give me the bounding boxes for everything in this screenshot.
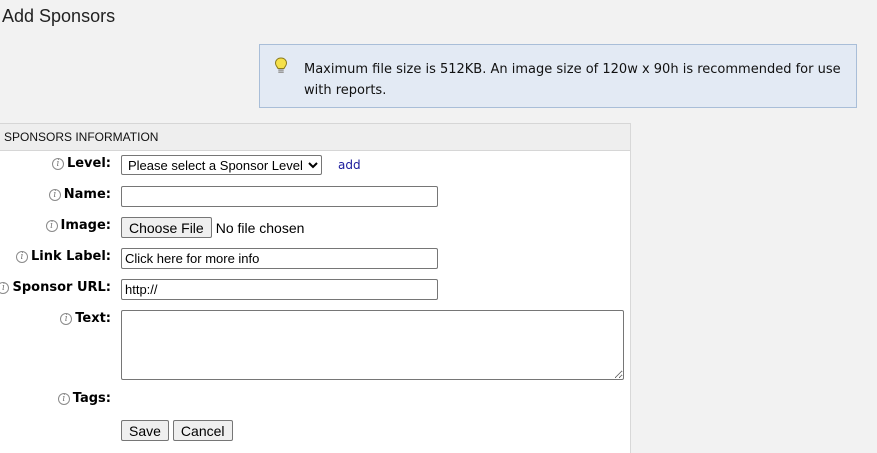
page-title: Add Sponsors bbox=[2, 6, 116, 26]
text-textarea[interactable] bbox=[121, 310, 624, 380]
cancel-button[interactable]: Cancel bbox=[172, 420, 233, 441]
text-label: i Text: bbox=[60, 311, 111, 326]
link-label-input[interactable] bbox=[121, 248, 438, 269]
info-icon[interactable]: i bbox=[45, 219, 58, 232]
add-level-link[interactable]: add bbox=[338, 158, 361, 172]
notice-text: Maximum file size is 512KB. An image siz… bbox=[304, 62, 841, 98]
link-label-label: i Link Label: bbox=[16, 249, 111, 264]
name-label: i Name: bbox=[48, 187, 111, 202]
file-status: No file chosen bbox=[215, 219, 305, 236]
sponsor-level-select[interactable]: Please select a Sponsor Level bbox=[121, 155, 322, 175]
info-notice: Maximum file size is 512KB. An image siz… bbox=[259, 44, 857, 108]
save-button[interactable]: Save bbox=[121, 420, 169, 441]
lightbulb-icon bbox=[274, 57, 288, 73]
tags-label: i Tags: bbox=[57, 391, 111, 406]
sponsor-url-label: i Sponsor URL: bbox=[0, 280, 111, 295]
info-icon[interactable]: i bbox=[51, 157, 64, 170]
name-input[interactable] bbox=[121, 186, 438, 207]
info-icon[interactable]: i bbox=[60, 312, 73, 325]
info-icon[interactable]: i bbox=[48, 188, 61, 201]
image-file-picker: Choose File No file chosen bbox=[121, 217, 304, 238]
info-icon[interactable]: i bbox=[57, 392, 70, 405]
image-label: i Image: bbox=[45, 218, 111, 233]
info-icon[interactable]: i bbox=[16, 250, 28, 263]
sponsor-url-input[interactable] bbox=[121, 279, 438, 300]
info-icon[interactable]: i bbox=[0, 281, 10, 294]
panel-header: SPONSORS INFORMATION bbox=[0, 123, 630, 151]
sponsors-information-panel: SPONSORS INFORMATION i Level: Please sel… bbox=[0, 123, 631, 453]
level-label: i Level: bbox=[51, 156, 111, 171]
choose-file-button[interactable]: Choose File bbox=[121, 217, 212, 238]
form-actions: Save Cancel bbox=[121, 420, 233, 441]
